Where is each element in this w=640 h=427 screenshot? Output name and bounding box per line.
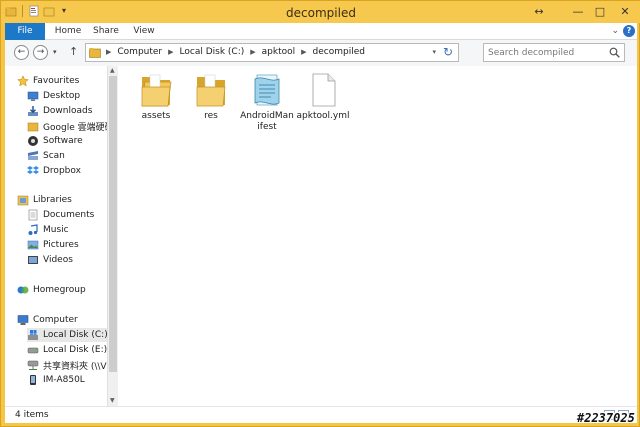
documents-icon [28,209,38,221]
sidebar-item-local-disk-c[interactable]: Local Disk (C:) [27,328,107,342]
tab-home[interactable]: Home [51,23,85,40]
breadcrumb-local-disk[interactable]: Local Disk (C:) [180,44,245,61]
videos-icon [28,256,38,264]
navigation-pane: Favourites Desktop Downloads Google 雲端硬碟… [5,66,118,406]
resize-icon[interactable]: ↔ [529,1,549,21]
file-item-res[interactable]: res [183,71,239,122]
title-bar[interactable]: ▾ decompiled ↔ — □ ✕ [1,1,640,23]
file-name: assets [141,111,171,121]
breadcrumb-decompiled[interactable]: decompiled [313,44,365,61]
sidebar-item-label: IM-A850L [43,375,85,385]
back-button[interactable]: ← [14,45,29,60]
sidebar-item-label: Scan [43,151,65,161]
homegroup-icon [17,286,29,294]
sidebar-item-label: Local Disk (E:) [43,345,108,355]
file-item-assets[interactable]: assets [128,71,184,122]
close-button[interactable]: ✕ [611,1,639,21]
file-icon [312,73,336,107]
file-name: apktool.yml [296,111,350,121]
minimize-button[interactable]: — [567,1,589,21]
music-icon [28,224,38,235]
tab-share[interactable]: Share [89,23,123,40]
navigation-pane-scrollbar[interactable]: ▲ ▼ [107,66,118,406]
watermark: #2237025 [577,411,635,425]
refresh-icon[interactable]: ↻ [443,45,453,59]
tab-view[interactable]: View [129,23,159,40]
pictures-icon [27,240,39,250]
sidebar-label: Libraries [33,195,72,205]
drive-icon [27,347,39,354]
libraries-icon [17,195,29,206]
chevron-right-icon[interactable]: ▶ [106,44,111,61]
status-bar: 4 items [5,406,637,423]
sidebar-computer[interactable]: Computer [17,313,119,327]
sidebar-item-label: Downloads [43,106,93,116]
search-box[interactable] [483,43,625,62]
windows-drive-icon [28,330,38,340]
address-dropdown-icon[interactable]: ▾ [432,48,436,56]
scroll-up-icon[interactable]: ▲ [110,67,115,74]
sidebar-label: Favourites [33,76,80,86]
sidebar-libraries[interactable]: Libraries [17,193,119,207]
sidebar-item-label: 共享資料夾 (\\V [43,361,107,372]
folder-icon [89,48,101,58]
manifest-icon [254,74,280,106]
expand-ribbon-icon[interactable]: ⌄ [611,26,619,36]
downloads-icon [28,106,38,116]
tab-file[interactable]: File [5,23,45,40]
network-drive-icon [27,360,39,370]
sidebar-item-label: Software [43,136,83,146]
navigation-bar: ← → ▾ ↑ ▶ Computer ▶ Local Disk (C:) ▶ a… [5,40,637,66]
scan-icon [28,151,38,160]
software-icon [28,136,38,146]
sidebar-item-label: Desktop [43,91,81,101]
sidebar-item-label: Music [43,225,69,235]
sidebar-item-label: Documents [43,210,95,220]
chevron-right-icon[interactable]: ▶ [168,44,173,61]
scroll-down-icon[interactable]: ▼ [110,397,115,404]
file-item-apktool-yml[interactable]: apktool.yml [295,71,351,122]
breadcrumb: ▶ Computer ▶ Local Disk (C:) ▶ apktool ▶… [106,44,365,61]
sidebar-item-label: Videos [43,255,73,265]
desktop-icon [27,91,39,101]
recent-locations-icon[interactable]: ▾ [53,48,57,56]
file-list[interactable]: assets res AndroidManifest apktool.yml [118,66,637,406]
ribbon-tabs: File Home Share View ⌄ ? [5,23,637,40]
search-icon[interactable] [609,47,620,58]
sidebar-label: Computer [33,315,78,325]
sidebar-item-label: Dropbox [43,166,81,176]
phone-icon [30,375,36,385]
item-count: 4 items [15,410,49,420]
sidebar-favourites[interactable]: Favourites [17,74,119,88]
maximize-button[interactable]: □ [589,1,611,21]
computer-icon [17,315,29,325]
breadcrumb-apktool[interactable]: apktool [262,44,295,61]
folder-icon [196,74,226,107]
file-name: AndroidManifest [240,111,294,132]
explorer-window: ▾ decompiled ↔ — □ ✕ File Home Share Vie… [0,0,640,427]
star-icon [17,75,29,87]
chevron-right-icon[interactable]: ▶ [250,44,255,61]
breadcrumb-computer[interactable]: Computer [117,44,162,61]
dropbox-icon [27,166,39,174]
search-input[interactable] [488,46,604,59]
scrollbar-thumb[interactable] [109,76,117,372]
sidebar-homegroup[interactable]: Homegroup [17,283,119,297]
up-arrow-icon[interactable]: ↑ [69,45,78,58]
sidebar-item-label: Local Disk (C:) [43,330,107,340]
file-item-androidmanifest[interactable]: AndroidManifest [239,71,295,133]
chevron-right-icon[interactable]: ▶ [301,44,306,61]
help-icon[interactable]: ? [623,25,635,37]
sidebar-item-label: Google 雲端硬碟 [43,122,114,133]
forward-button[interactable]: → [33,45,48,60]
sidebar-label: Homegroup [33,285,86,295]
folder-icon [27,122,39,132]
file-name: res [204,111,218,121]
folder-icon [141,74,172,107]
address-bar[interactable]: ▶ Computer ▶ Local Disk (C:) ▶ apktool ▶… [85,43,459,62]
sidebar-item-label: Pictures [43,240,79,250]
